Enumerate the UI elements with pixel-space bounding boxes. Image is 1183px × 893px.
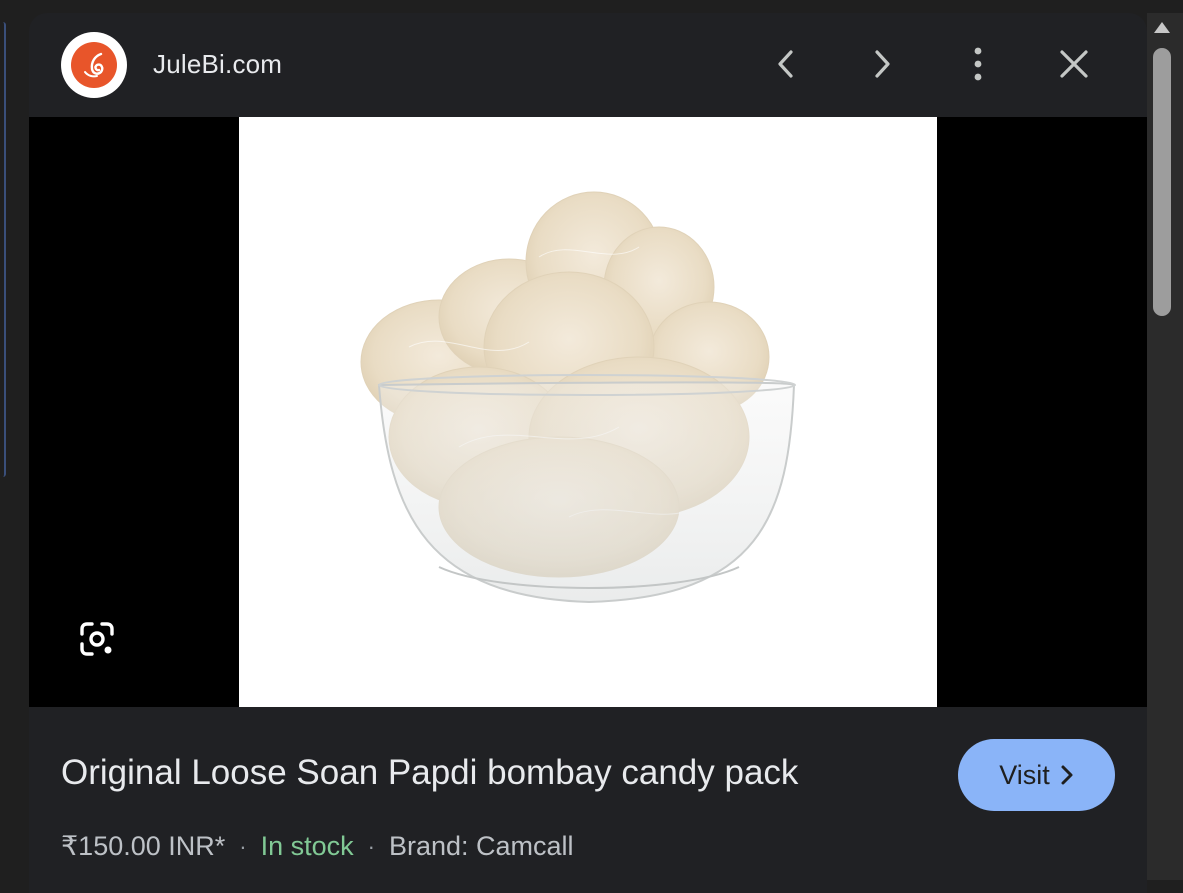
chevron-right-icon bbox=[1061, 765, 1073, 785]
google-lens-icon bbox=[80, 622, 114, 656]
next-button[interactable] bbox=[859, 41, 905, 87]
julebi-logo-icon[interactable] bbox=[61, 32, 127, 98]
image-viewer-panel: JuleBi.com Original Loose Soan Papdi bom… bbox=[29, 13, 1147, 893]
more-options-button[interactable] bbox=[955, 41, 1001, 87]
visit-button-label: Visit bbox=[999, 759, 1050, 790]
close-button[interactable] bbox=[1051, 41, 1097, 87]
separator-dot: · bbox=[367, 833, 375, 859]
product-meta: ₹150.00 INR* · In stock · Brand: Camcall bbox=[61, 831, 574, 862]
product-title[interactable]: Original Loose Soan Papdi bombay candy p… bbox=[61, 753, 798, 793]
chevron-left-icon bbox=[778, 50, 793, 78]
chevron-right-icon bbox=[875, 50, 890, 78]
product-price: ₹150.00 INR* bbox=[61, 831, 226, 861]
scroll-up-arrow-icon[interactable] bbox=[1154, 22, 1170, 33]
side-panel-edge bbox=[0, 22, 6, 477]
separator-dot: · bbox=[239, 833, 247, 859]
visit-button[interactable]: Visit bbox=[958, 739, 1115, 811]
close-icon bbox=[1060, 50, 1088, 78]
image-preview-area bbox=[29, 117, 1147, 707]
viewer-header: JuleBi.com bbox=[29, 13, 1147, 117]
more-vert-icon bbox=[974, 47, 982, 81]
swirl-icon bbox=[71, 42, 117, 88]
scrollbar-thumb[interactable] bbox=[1153, 48, 1171, 316]
product-image[interactable] bbox=[239, 117, 937, 707]
search-image-button[interactable] bbox=[75, 617, 119, 661]
product-info: Original Loose Soan Papdi bombay candy p… bbox=[29, 707, 1147, 893]
availability-status: In stock bbox=[260, 831, 354, 861]
site-name[interactable]: JuleBi.com bbox=[153, 49, 282, 80]
soan-papdi-bowl-image bbox=[360, 191, 796, 604]
previous-button[interactable] bbox=[763, 41, 809, 87]
product-brand: Brand: Camcall bbox=[388, 831, 574, 861]
